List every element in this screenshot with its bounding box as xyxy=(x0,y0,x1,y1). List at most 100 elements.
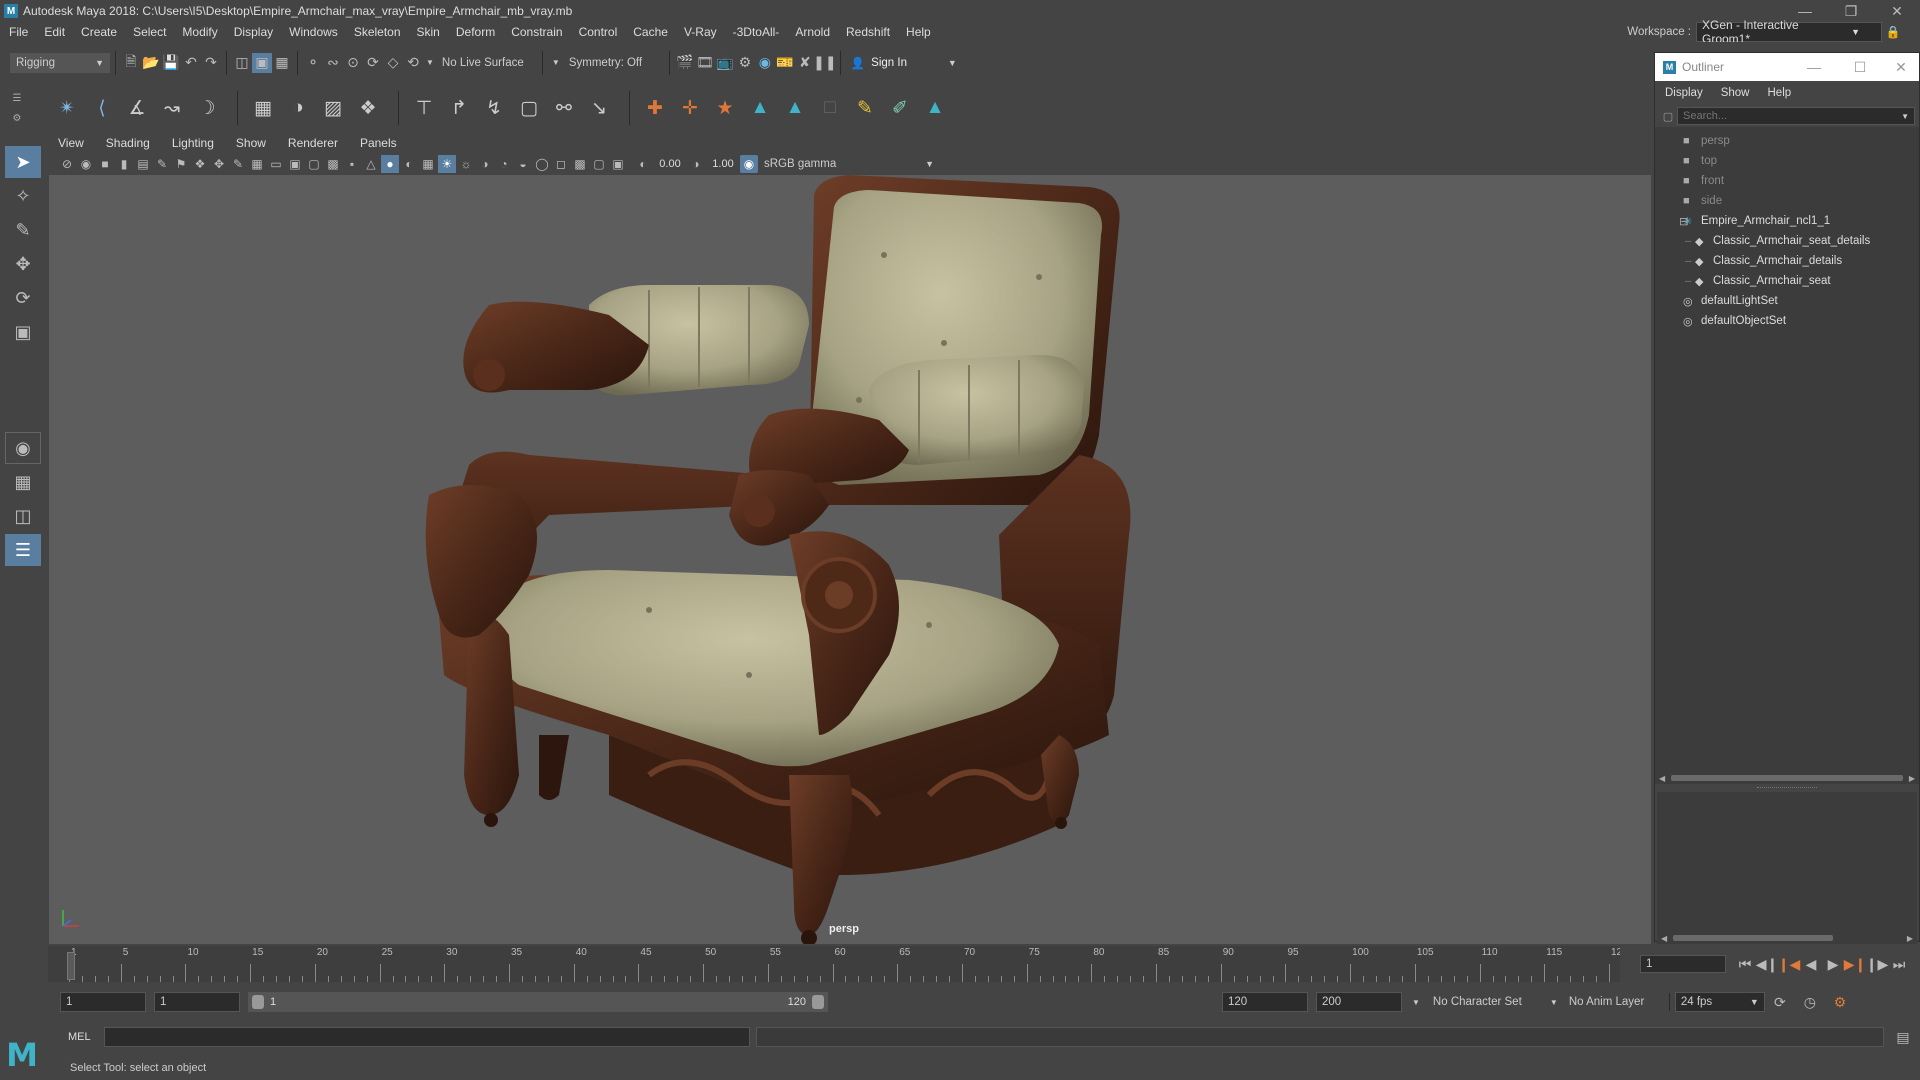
ik-handle-icon[interactable]: ⟨ xyxy=(87,93,117,123)
rotate-tool-icon[interactable]: ⟳ xyxy=(5,282,41,314)
menuset-dropdown[interactable]: Rigging ▼ xyxy=(10,52,110,73)
cluster-icon[interactable]: ◑ xyxy=(283,93,313,123)
viewport-persp[interactable]: persp xyxy=(49,175,1651,944)
camera-attributes-icon[interactable]: ◉ xyxy=(77,155,95,173)
ik-spline-icon[interactable]: ∡ xyxy=(122,93,152,123)
outliner-item[interactable]: ⊟ ✳ Empire_Armchair_ncl1_1 xyxy=(1655,211,1919,231)
menu-skeleton[interactable]: Skeleton xyxy=(354,25,401,39)
use-lights-icon[interactable]: ☀ xyxy=(438,155,456,173)
character-set-dropdown[interactable]: No Character Set xyxy=(1427,992,1544,1012)
safe-action-icon[interactable]: ▩ xyxy=(324,155,342,173)
bookmark-icon[interactable]: ■ xyxy=(96,155,114,173)
exposure-value[interactable]: 0.00 xyxy=(653,158,687,170)
wireframe-icon[interactable]: △ xyxy=(362,155,380,173)
close-icon[interactable]: ✕ xyxy=(1883,59,1919,76)
command-result-field[interactable] xyxy=(756,1027,1884,1047)
exposure-icon[interactable]: ◐ xyxy=(634,155,652,173)
scroll-right-icon[interactable]: ▶ xyxy=(1909,774,1915,783)
hypershade-icon[interactable]: ◉ xyxy=(755,53,775,73)
menu-modify[interactable]: Modify xyxy=(182,25,217,39)
backface-icon[interactable]: ▣ xyxy=(609,155,627,173)
menu-arnold[interactable]: Arnold xyxy=(795,25,830,39)
point-constraint-icon[interactable]: ⊤ xyxy=(409,93,439,123)
snap-view-icon[interactable]: ⟳ xyxy=(363,53,383,73)
isolate-icon[interactable]: ❖ xyxy=(191,155,209,173)
script-editor-icon[interactable]: ▤ xyxy=(1892,1029,1914,1046)
menu-display[interactable]: Display xyxy=(234,25,273,39)
snap-curve-icon[interactable]: ∾ xyxy=(323,53,343,73)
range-slider[interactable]: 1 120 xyxy=(248,992,828,1012)
render-frame-icon[interactable]: 🎬 xyxy=(675,53,695,73)
ambient-occlusion-icon[interactable]: ◑ xyxy=(476,155,494,173)
single-perspective-layout-icon[interactable]: ◉ xyxy=(5,432,41,464)
menu-skin[interactable]: Skin xyxy=(417,25,440,39)
collapse-icon[interactable]: ⊟ xyxy=(1679,215,1688,228)
outliner-item[interactable]: ─ ◆ Classic_Armchair_details xyxy=(1655,251,1919,271)
range-handle-right[interactable] xyxy=(812,995,824,1009)
move-tool-icon[interactable]: ✥ xyxy=(5,248,41,280)
lock-icon[interactable]: 🔒 xyxy=(1882,25,1904,39)
scale-constraint-icon[interactable]: ▢ xyxy=(514,93,544,123)
open-scene-icon[interactable]: 📂 xyxy=(141,53,161,73)
grease-pencil-icon[interactable]: ✎ xyxy=(153,155,171,173)
menu-control[interactable]: Control xyxy=(579,25,618,39)
paint-select-icon[interactable]: ✎ xyxy=(5,214,41,246)
viewport-menu-panels[interactable]: Panels xyxy=(360,136,397,150)
time-ruler[interactable]: 1510152025303540455055606570758085909510… xyxy=(59,946,1628,982)
gate-mask-icon[interactable]: ▣ xyxy=(286,155,304,173)
skin-icon[interactable]: ▲ xyxy=(920,93,950,123)
create-joints-icon[interactable]: ✴ xyxy=(52,93,82,123)
viewport-menu-shading[interactable]: Shading xyxy=(106,136,150,150)
anti-aliasing-icon[interactable]: ◒ xyxy=(514,155,532,173)
scroll-thumb[interactable] xyxy=(1673,935,1834,941)
anim-layer-dropdown[interactable]: No Anim Layer xyxy=(1563,992,1664,1012)
outliner-item[interactable]: ◎ defaultObjectSet xyxy=(1655,311,1919,331)
scroll-left-icon[interactable]: ◀ xyxy=(1661,934,1667,943)
humanik-icon[interactable]: ★ xyxy=(710,93,740,123)
film-gate-icon[interactable]: ▭ xyxy=(267,155,285,173)
scale-tool-icon[interactable]: ▣ xyxy=(5,316,41,348)
new-scene-icon[interactable]: 🗎 xyxy=(121,53,141,73)
outliner-layout-icon[interactable]: ☰ xyxy=(5,534,41,566)
select-camera-icon[interactable]: ⊘ xyxy=(58,155,76,173)
outliner-item[interactable]: ─ ◆ Classic_Armchair_seat_details xyxy=(1655,231,1919,251)
character-definition-icon[interactable]: ▲ xyxy=(780,93,810,123)
viewport-menu-lighting[interactable]: Lighting xyxy=(172,136,214,150)
playback-end-field[interactable]: 120 xyxy=(1222,992,1308,1012)
paint-weights-icon[interactable]: ✎ xyxy=(850,93,880,123)
snap-surface-icon[interactable]: ◇ xyxy=(383,53,403,73)
fps-dropdown[interactable]: 24 fps ▼ xyxy=(1674,992,1765,1012)
safe-title-icon[interactable]: ▪ xyxy=(343,155,361,173)
live-surface-field[interactable]: No Live Surface xyxy=(436,52,537,73)
current-frame-field[interactable]: 1 xyxy=(1640,955,1726,973)
bookmark-flag-icon[interactable]: ⚑ xyxy=(172,155,190,173)
bind-skin-icon[interactable]: ↝ xyxy=(157,93,187,123)
menu-3dtoall[interactable]: -3DtoAll- xyxy=(733,25,780,39)
lattice-icon[interactable]: ▦ xyxy=(248,93,278,123)
motion-blur-icon[interactable]: ◔ xyxy=(495,155,513,173)
menu-windows[interactable]: Windows xyxy=(289,25,338,39)
animation-start-field[interactable]: 1 xyxy=(60,992,146,1012)
outliner-search-field[interactable]: ▼ xyxy=(1677,107,1915,125)
scroll-thumb[interactable] xyxy=(1671,775,1903,781)
range-handle-left[interactable] xyxy=(252,995,264,1009)
menu-deform[interactable]: Deform xyxy=(456,25,495,39)
anim-preferences-icon[interactable]: ⚙ xyxy=(1825,994,1855,1011)
lasso-tool-icon[interactable]: ✧ xyxy=(5,180,41,212)
outliner-item[interactable]: ■ persp xyxy=(1655,131,1919,151)
shade-wireframe-icon[interactable]: ◐ xyxy=(400,155,418,173)
outliner-splitter[interactable] xyxy=(1655,784,1919,792)
pause-icon[interactable]: ❚❚ xyxy=(813,53,836,73)
select-tool-icon[interactable]: ➤ xyxy=(5,146,41,178)
armchair-model[interactable] xyxy=(49,175,1651,944)
playback-start-field[interactable]: 1 xyxy=(154,992,240,1012)
search-input[interactable] xyxy=(1683,110,1883,122)
outliner-menu-show[interactable]: Show xyxy=(1721,87,1750,99)
undo-icon[interactable]: ↶ xyxy=(181,53,201,73)
outliner-item[interactable]: ■ front xyxy=(1655,171,1919,191)
outliner-item[interactable]: ■ side xyxy=(1655,191,1919,211)
step-back-key-icon[interactable]: ❙◀ xyxy=(1778,956,1801,973)
play-forwards-icon[interactable]: ▶ xyxy=(1822,956,1844,973)
xray-joints-icon[interactable]: ✥ xyxy=(210,155,228,173)
step-forward-key-icon[interactable]: ▶❙ xyxy=(1844,956,1867,973)
